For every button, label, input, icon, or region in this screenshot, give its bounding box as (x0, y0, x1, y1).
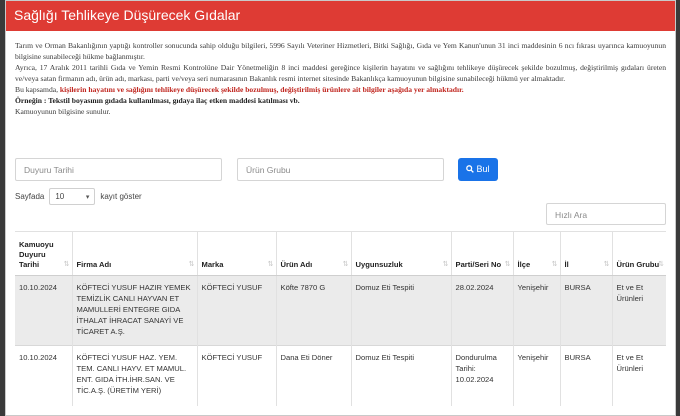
search-button-label: Bul (476, 164, 490, 174)
column-header[interactable]: İlçe ⇅ (512, 231, 560, 276)
column-header-label: Uygunsuzluk (355, 260, 403, 269)
page-size-select[interactable]: 10 ▾ (49, 188, 96, 205)
column-header[interactable]: Marka ⇅ (196, 231, 276, 276)
column-header-label: Ürün Grubu (616, 260, 660, 269)
table-cell: KÖFTECİ YUSUF (196, 275, 276, 346)
page-frame: Sağlığı Tehlikeye Düşürecek Gıdalar Tarı… (5, 0, 676, 416)
table-cell: Yenişehir (512, 345, 560, 406)
search-icon (466, 164, 474, 174)
notice-paragraph-3: Bu kapsamda, kişilerin hayatını ve sağlı… (15, 84, 666, 95)
table-cell: BURSA (559, 275, 612, 346)
column-header-label: İl (564, 260, 569, 269)
column-header[interactable]: Ürün Adı ⇅ (275, 231, 351, 276)
table-cell: KÖFTECİ YUSUF HAZIR YEMEK TEMİZLİK CANLI… (71, 275, 197, 346)
column-header[interactable]: İl ⇅ (559, 231, 612, 276)
notice-warning: kişilerin hayatını ve sağlığını tehlikey… (59, 85, 464, 94)
column-header[interactable]: Ürün Grubu ⇅ (611, 231, 666, 276)
table-cell: 10.10.2024 (15, 345, 72, 406)
sort-icon: ⇅ (658, 261, 664, 268)
results-table: Kamuoyu Duyuru Tarihi ⇅ Firma Adı ⇅ Marka ⇅… (15, 231, 666, 406)
page-size-prefix: Sayfada (15, 192, 45, 201)
column-header-label: Ürün Adı (280, 260, 313, 269)
table-cell: KÖFTECİ YUSUF HAZ. YEM. TEM. CANLI HAYV.… (71, 345, 197, 406)
table-row: 10.10.2024 KÖFTECİ YUSUF HAZIR YEMEK TEM… (15, 275, 666, 346)
sort-icon: ⇅ (603, 261, 610, 268)
notice-text: Tarım ve Orman Bakanlığının yaptığı kont… (6, 31, 675, 117)
notice-paragraph-1: Tarım ve Orman Bakanlığının yaptığı kont… (15, 41, 666, 61)
column-header[interactable]: Uygunsuzluk ⇅ (350, 231, 451, 276)
product-group-input[interactable]: Ürün Grubu (237, 158, 444, 181)
page-size-value: 10 (55, 192, 65, 201)
column-header[interactable]: Kamuoyu Duyuru Tarihi ⇅ (15, 231, 72, 276)
table-cell: Dana Eti Döner (275, 345, 351, 406)
table-row: 10.10.2024 KÖFTECİ YUSUF HAZ. YEM. TEM. … (15, 345, 666, 406)
notice-paragraph-2: Ayrıca, 17 Aralık 2011 tarihli Gıda ve Y… (15, 63, 666, 83)
column-header-label: Firma Adı (76, 260, 112, 269)
page-size-suffix: kayıt göster (100, 192, 142, 201)
table-cell: Köfte 7870 G (275, 275, 351, 346)
sort-icon: ⇅ (63, 261, 70, 268)
quick-search-input[interactable]: Hızlı Ara (546, 203, 666, 225)
table-header-row: Kamuoyu Duyuru Tarihi ⇅ Firma Adı ⇅ Marka ⇅… (15, 231, 666, 276)
table-cell: Yenişehir (512, 275, 560, 346)
page-title: Sağlığı Tehlikeye Düşürecek Gıdalar (14, 7, 241, 23)
notice-prefix: Bu kapsamda, (15, 85, 60, 94)
notice-closing: Kamuoyunun bilgisine sunulur. (15, 107, 111, 116)
table-cell: BURSA (559, 345, 612, 406)
column-header-label: İlçe (517, 260, 531, 269)
page-size-control: Sayfada 10 ▾ kayıt göster (15, 188, 142, 205)
filter-bar: Duyuru Tarihi Ürün Grubu Bul (15, 158, 666, 182)
notice-example-text: Örneğin : Tekstil boyasının gıdada kulla… (15, 96, 300, 105)
sort-icon: ⇅ (342, 261, 349, 268)
chevron-down-icon: ▾ (85, 194, 90, 201)
table-cell: Dondurulma Tarihi: 10.02.2024 (450, 345, 513, 406)
sort-icon: ⇅ (188, 261, 195, 268)
sort-icon: ⇅ (551, 261, 558, 268)
column-header-label: Kamuoyu Duyuru Tarihi (19, 240, 54, 269)
table-cell: KÖFTECİ YUSUF (196, 345, 276, 406)
column-header-label: Marka (201, 260, 224, 269)
announcement-date-input[interactable]: Duyuru Tarihi (15, 158, 222, 181)
table-cell: Domuz Eti Tespiti (350, 275, 451, 346)
notice-example: Örneğin : Tekstil boyasının gıdada kulla… (15, 95, 666, 106)
table-cell: Domuz Eti Tespiti (350, 345, 451, 406)
sort-icon: ⇅ (504, 261, 511, 268)
column-header[interactable]: Firma Adı ⇅ (71, 231, 197, 276)
table-cell: 10.10.2024 (15, 275, 72, 346)
column-header[interactable]: Parti/Seri No ⇅ (450, 231, 513, 276)
page-header: Sağlığı Tehlikeye Düşürecek Gıdalar (6, 1, 675, 31)
search-button[interactable]: Bul (458, 158, 498, 181)
column-header-label: Parti/Seri No (455, 260, 502, 269)
table-cell: Et ve Et Ürünleri (611, 345, 666, 406)
table-cell: 28.02.2024 (450, 275, 513, 346)
sort-icon: ⇅ (442, 261, 449, 268)
sort-icon: ⇅ (267, 261, 274, 268)
table-cell: Et ve Et Ürünleri (611, 275, 666, 346)
